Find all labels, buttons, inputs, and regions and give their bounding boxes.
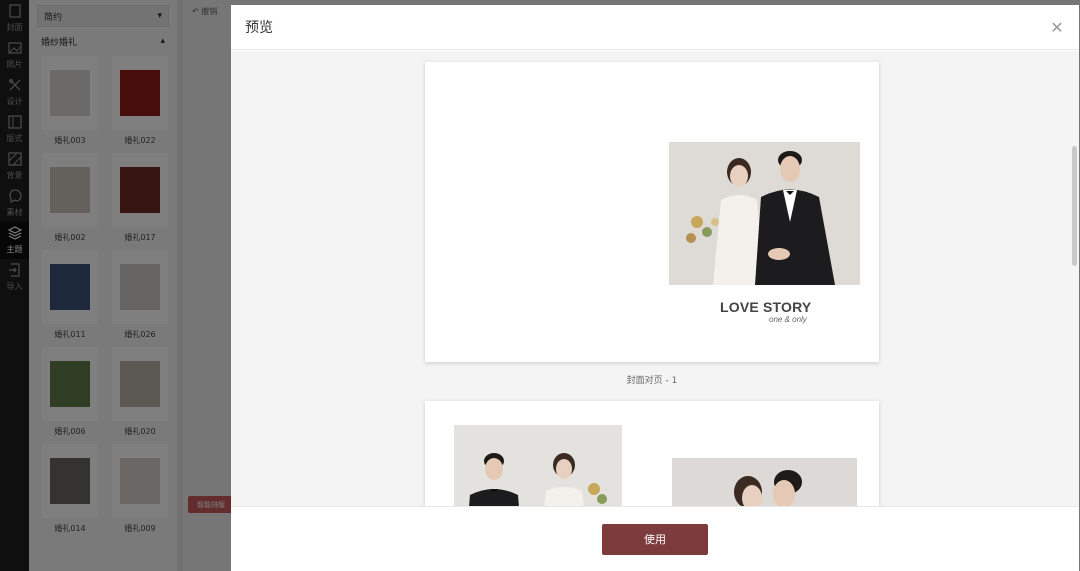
page-caption: 封面对页 - 1 xyxy=(626,376,678,386)
preview-modal: 预览 ✕ LOVE STORY one & only 封面对页 - 1 使用 xyxy=(231,5,1079,571)
close-icon[interactable]: ✕ xyxy=(1049,18,1065,37)
preview-page-2 xyxy=(425,401,879,506)
preview-scrollbar[interactable] xyxy=(1072,146,1077,266)
preview-page-cover: LOVE STORY one & only xyxy=(425,62,879,362)
preview-scroll-area[interactable]: LOVE STORY one & only 封面对页 - 1 xyxy=(231,51,1079,506)
use-template-button[interactable]: 使用 xyxy=(602,523,708,555)
modal-header: 预览 ✕ xyxy=(231,5,1079,50)
couple-photo-left xyxy=(454,425,622,506)
couple-photo-right xyxy=(672,458,857,506)
modal-footer: 使用 xyxy=(231,506,1079,571)
modal-title: 预览 xyxy=(245,20,273,36)
couple-photo xyxy=(669,142,860,285)
cover-headline: LOVE STORY xyxy=(720,299,812,315)
cover-subline: one & only xyxy=(769,315,807,324)
